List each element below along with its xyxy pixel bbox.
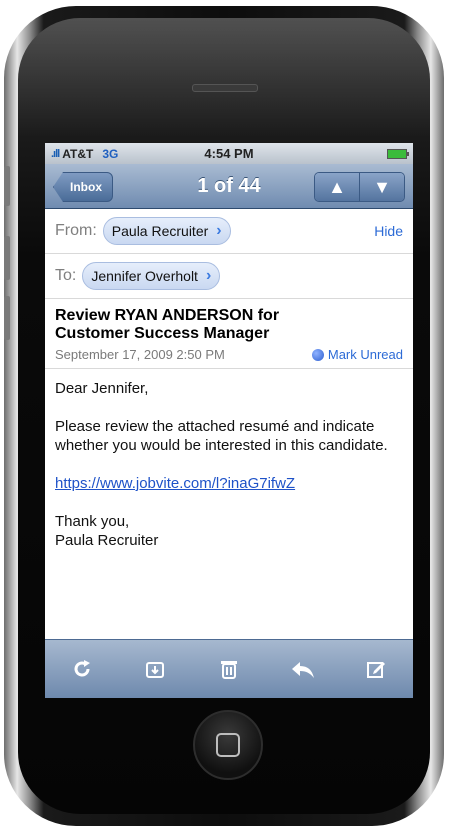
home-button[interactable] [193,710,263,780]
refresh-icon [74,660,90,677]
status-bar: .ıll AT&T 3G 4:54 PM [45,143,413,164]
chevron-right-icon: › [216,222,222,239]
move-to-folder-button[interactable] [135,649,175,689]
battery-icon [387,149,409,159]
chevron-right-icon: › [205,267,212,284]
reply-icon [291,662,314,678]
mark-unread-label: Mark Unread [327,347,403,362]
next-message-button[interactable]: ▼ [359,173,404,201]
sender-pill[interactable]: Paula Recruiter › [102,217,231,245]
unread-dot-icon [311,348,324,361]
message-body: Dear Jennifer, Please review the attache… [45,369,413,560]
trash-icon [220,661,237,679]
compose-icon [367,662,386,678]
subject-block: Review RYAN ANDERSON for Customer Succes… [45,299,413,369]
clock: 4:54 PM [204,146,254,161]
message-date: September 17, 2009 2:50 PM [55,347,225,362]
navigation-bar: Inbox 1 of 44 ▲ ▼ [45,164,413,209]
inbox-back-button[interactable]: Inbox [53,172,113,202]
jobvite-link[interactable]: https://www.jobvite.com/l?inaG7ifwZ [55,475,295,492]
compose-button[interactable] [356,649,396,689]
home-square-icon [216,733,240,757]
earpiece-speaker [192,84,258,92]
move-folder-icon [146,662,165,678]
refresh-button[interactable] [62,649,102,689]
sender-name: Paula Recruiter [111,223,209,239]
mute-switch [4,166,10,206]
delete-button[interactable] [209,649,249,689]
from-row: From: Paula Recruiter › Hide [45,209,413,254]
greeting: Dear Jennifer, [55,380,149,397]
recipient-pill[interactable]: Jennifer Overholt › [82,262,221,290]
subject-line-2: Customer Success Manager [55,325,270,342]
previous-message-button[interactable]: ▲ [315,173,359,201]
from-label: From: [55,222,97,239]
hide-details-button[interactable]: Hide [374,223,403,239]
signature: Paula Recruiter [55,532,159,549]
to-row: To: Jennifer Overholt › [45,254,413,299]
body-paragraph: Please review the attached resumé and in… [55,418,388,454]
message-meta: September 17, 2009 2:50 PM Mark Unread [55,347,403,362]
volume-up-button [4,236,10,280]
message-navigation: ▲ ▼ [314,172,405,202]
volume-down-button [4,296,10,340]
to-label: To: [55,267,77,284]
mark-unread-button[interactable]: Mark Unread [311,347,403,362]
reply-button[interactable] [283,649,323,689]
bottom-toolbar [45,639,413,698]
recipient-name: Jennifer Overholt [91,268,198,284]
subject-line-1: Review RYAN ANDERSON for [55,307,280,324]
down-arrow-icon: ▼ [373,177,391,197]
closing: Thank you, [55,513,130,530]
screen: .ıll AT&T 3G 4:54 PM Inbox 1 of 44 ▲ ▼ F… [45,143,413,698]
up-arrow-icon: ▲ [328,177,346,197]
